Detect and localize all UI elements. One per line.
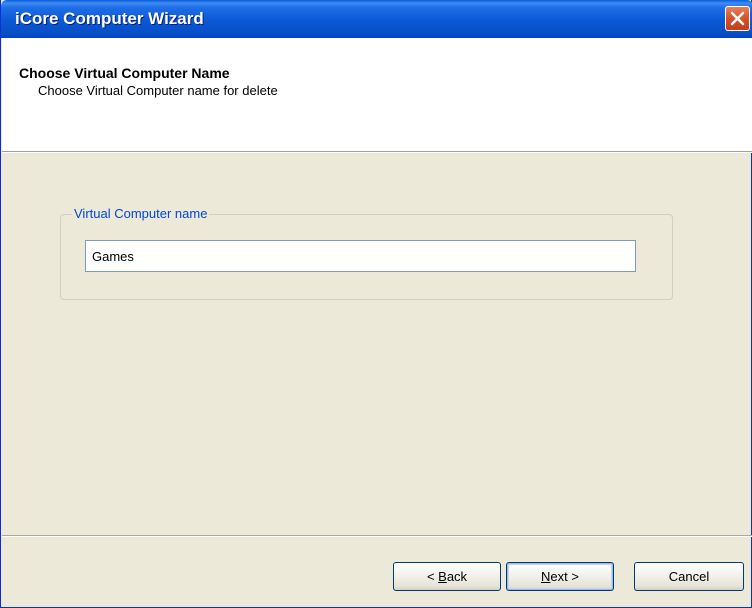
page-title: Choose Virtual Computer Name [19, 65, 230, 81]
title-bar[interactable]: iCore Computer Wizard [1, 0, 752, 38]
back-button-mnemonic: B [438, 569, 447, 584]
virtual-computer-name-input[interactable] [85, 240, 636, 272]
next-button-mnemonic: N [541, 569, 551, 584]
footer-divider-highlight [2, 536, 752, 537]
wizard-window: iCore Computer Wizard Choose Virtual Com… [0, 0, 752, 608]
window-title: iCore Computer Wizard [15, 9, 204, 28]
back-button-prefix: < [426, 569, 439, 584]
next-button[interactable]: Next > [506, 562, 614, 591]
close-icon [730, 11, 745, 26]
back-button-label: ack [446, 569, 468, 584]
wizard-header: Choose Virtual Computer Name Choose Virt… [2, 38, 752, 152]
close-button[interactable] [725, 6, 750, 31]
page-subtitle: Choose Virtual Computer name for delete [38, 83, 278, 98]
back-button[interactable]: < Back [393, 562, 501, 591]
header-divider [2, 152, 752, 153]
groupbox-label: Virtual Computer name [72, 206, 210, 221]
cancel-button[interactable]: Cancel [634, 562, 744, 591]
next-button-label: ext > [550, 569, 579, 584]
